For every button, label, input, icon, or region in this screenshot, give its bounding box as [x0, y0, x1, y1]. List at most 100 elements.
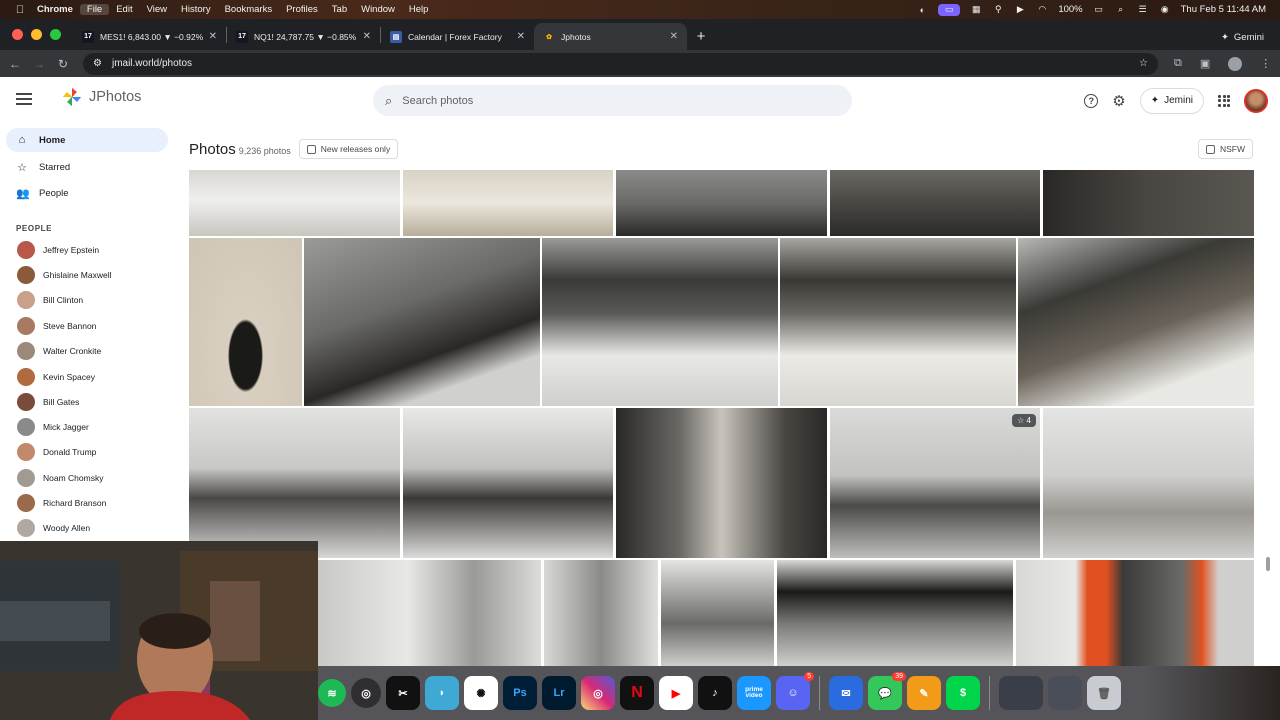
menubar-clock[interactable]: Thu Feb 5 11:44 AM [1181, 4, 1266, 15]
obs-icon[interactable]: ◎ [351, 678, 381, 708]
photo-thumbnail[interactable] [544, 560, 658, 666]
recent-window-thumbnail[interactable] [1048, 676, 1082, 710]
photo-thumbnail[interactable] [318, 560, 541, 666]
person-item[interactable]: Steve Bannon [17, 316, 96, 336]
back-arrow-icon[interactable]: ← [3, 57, 27, 71]
photo-thumbnail[interactable] [661, 560, 774, 666]
person-item[interactable]: Donald Trump [17, 442, 96, 462]
person-item[interactable]: Woody Allen [17, 518, 90, 538]
sidebar-item-home[interactable]: ⌂ Home [6, 128, 168, 152]
bookmark-star-icon[interactable]: ☆ [1139, 58, 1148, 69]
photo-thumbnail[interactable] [616, 408, 827, 558]
menu-help[interactable]: Help [402, 4, 436, 15]
spotify-icon[interactable]: ≋ [318, 679, 346, 707]
profile-icon[interactable] [1228, 56, 1243, 71]
menu-file[interactable]: File [79, 4, 110, 15]
prime-video-icon[interactable]: prime video [737, 676, 771, 710]
vpn-icon[interactable]: ⚲ [992, 4, 1004, 15]
instagram-icon[interactable]: ◎ [581, 676, 615, 710]
youtube-icon[interactable]: ▶ [659, 676, 693, 710]
search-bar[interactable]: ⌕ [373, 85, 852, 116]
photo-thumbnail[interactable] [616, 170, 827, 236]
browser-tab-nq1[interactable]: 17 NQ1! 24,787.75 ▼ −0.85% G ✕ [227, 23, 380, 50]
browser-app-icon[interactable]: ◗ [425, 676, 459, 710]
sidebar-item-starred[interactable]: ☆ Starred [6, 155, 168, 179]
battery-icon[interactable]: ▭ [1093, 4, 1105, 15]
person-item[interactable]: Ghislaine Maxwell [17, 265, 112, 285]
person-item[interactable]: Kevin Spacey [17, 367, 95, 387]
close-window-button[interactable] [12, 29, 23, 40]
lightroom-icon[interactable]: Lr [542, 676, 576, 710]
siri-icon[interactable]: ◉ [1159, 4, 1171, 15]
search-input[interactable] [402, 94, 803, 107]
photoshop-icon[interactable]: Ps [503, 676, 537, 710]
cash-app-icon[interactable]: $ [946, 676, 980, 710]
menu-profiles[interactable]: Profiles [279, 4, 325, 15]
messages-icon[interactable]: 💬 39 [868, 672, 906, 710]
person-item[interactable]: Mick Jagger [17, 417, 89, 437]
menu-bookmarks[interactable]: Bookmarks [218, 4, 280, 15]
photo-thumbnail[interactable] [1016, 560, 1254, 666]
account-avatar[interactable] [1244, 88, 1268, 113]
menu-app-name[interactable]: Chrome [30, 4, 80, 15]
screen-record-icon[interactable]: ▭ [938, 3, 961, 16]
hamburger-menu-icon[interactable] [16, 93, 32, 105]
capcut-icon[interactable]: ✂ [386, 676, 420, 710]
menu-view[interactable]: View [140, 4, 174, 15]
pages-icon[interactable]: ✎ [907, 676, 941, 710]
site-info-icon[interactable]: ⚙ [93, 58, 102, 69]
person-item[interactable]: Walter Cronkite [17, 341, 101, 361]
forward-arrow-icon[interactable]: → [27, 57, 51, 71]
address-bar[interactable]: ⚙ jmail.world/photos ☆ [83, 52, 1158, 75]
photo-thumbnail[interactable]: ☆ 4 [830, 408, 1040, 558]
photo-thumbnail[interactable] [830, 170, 1040, 236]
person-item[interactable]: Bill Gates [17, 392, 79, 412]
person-item[interactable]: Richard Branson [17, 493, 106, 513]
more-menu-icon[interactable]: ⋮ [1260, 57, 1271, 70]
sidebar-item-people[interactable]: 👥 People [6, 181, 168, 205]
browser-tab-jphotos[interactable]: ✿ Jphotos ✕ [534, 23, 687, 50]
control-center-icon[interactable]: ☰ [1137, 4, 1149, 15]
mail-icon[interactable]: ✉ [829, 676, 863, 710]
browser-tab-forex-calendar[interactable]: ▤ Calendar | Forex Factory ✕ [381, 23, 534, 50]
apps-grid-icon[interactable] [1218, 94, 1230, 107]
photo-thumbnail[interactable] [403, 408, 613, 558]
browser-tab-mes1[interactable]: 17 MES1! 6,843.00 ▼ −0.92% G ✕ [73, 23, 226, 50]
close-tab-icon[interactable]: ✕ [363, 31, 371, 42]
notes-icon[interactable]: ▦ [970, 4, 982, 15]
chatgpt-icon[interactable]: ✺ [464, 676, 498, 710]
reload-icon[interactable]: ↻ [51, 57, 75, 71]
url-text[interactable]: jmail.world/photos [112, 58, 1129, 69]
close-tab-icon[interactable]: ✕ [209, 31, 217, 42]
nsfw-filter[interactable]: NSFW [1197, 139, 1253, 159]
photo-thumbnail[interactable] [189, 170, 400, 236]
zoom-window-button[interactable] [50, 29, 61, 40]
netflix-icon[interactable]: N [620, 676, 654, 710]
person-item[interactable]: Bill Clinton [17, 290, 83, 310]
new-tab-button[interactable]: + [687, 23, 715, 50]
menu-edit[interactable]: Edit [109, 4, 139, 15]
spotlight-icon[interactable]: ⌕ [1115, 4, 1127, 15]
page-scrollbar[interactable] [1266, 557, 1270, 571]
trash-icon[interactable]: 🗑 [1087, 676, 1121, 710]
help-icon[interactable]: ? [1084, 93, 1099, 108]
tiktok-icon[interactable]: ♪ [698, 676, 732, 710]
menu-history[interactable]: History [174, 4, 218, 15]
photo-thumbnail[interactable] [542, 238, 778, 406]
wifi-icon[interactable]: ◠ [1036, 4, 1048, 15]
new-releases-filter[interactable]: New releases only [298, 139, 399, 159]
jemini-button[interactable]: ✦ Jemini [1139, 87, 1204, 114]
apple-icon[interactable]:  [10, 4, 30, 16]
close-tab-icon[interactable]: ✕ [670, 31, 678, 42]
photo-thumbnail[interactable] [403, 170, 613, 236]
photo-thumbnail[interactable] [777, 560, 1013, 666]
minimize-window-button[interactable] [31, 29, 42, 40]
checkbox[interactable] [306, 144, 316, 154]
settings-gear-icon[interactable]: ⚙ [1112, 92, 1125, 110]
photo-thumbnail[interactable] [189, 238, 302, 406]
photo-thumbnail[interactable] [189, 408, 400, 558]
sync-icon[interactable]: ◐ [916, 5, 928, 15]
play-icon[interactable]: ▶ [1014, 4, 1026, 15]
side-panel-icon[interactable]: ▣ [1200, 57, 1210, 70]
jphotos-logo[interactable]: JPhotos [62, 87, 141, 107]
